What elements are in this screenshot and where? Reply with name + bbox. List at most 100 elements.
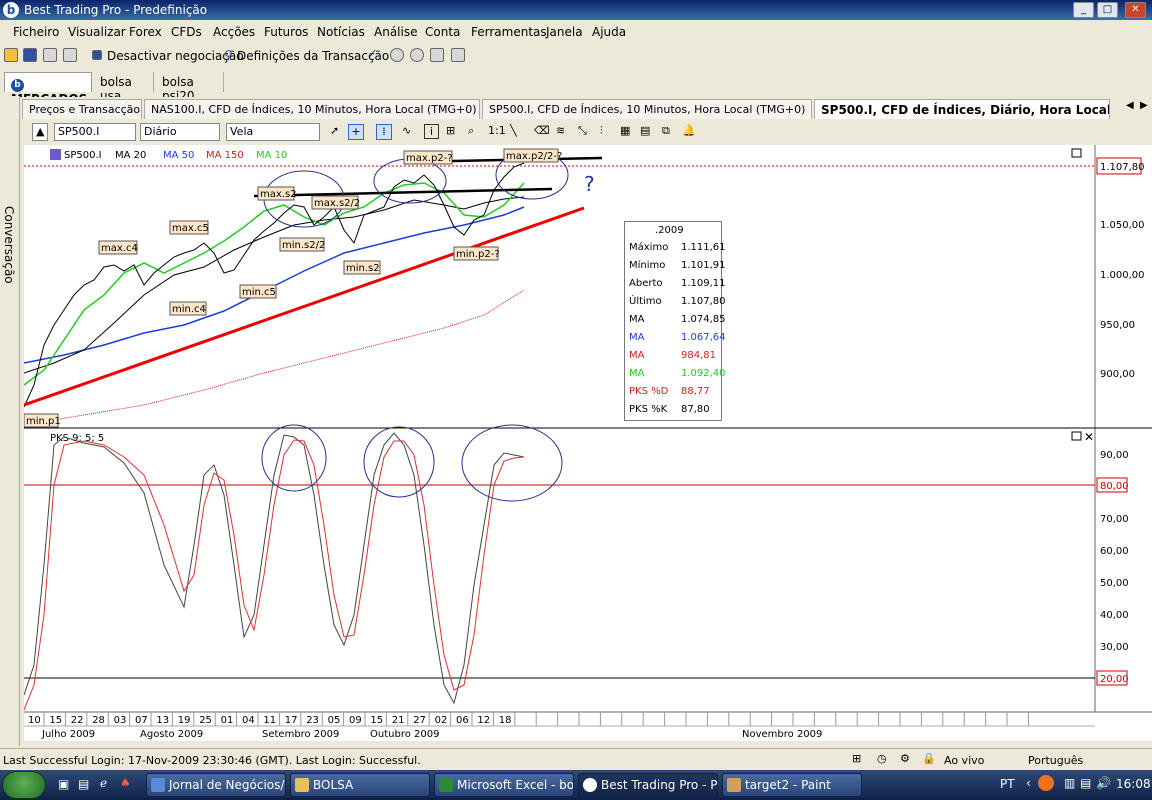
- symbol-field[interactable]: SP500.I: [54, 123, 136, 141]
- menu-noticias[interactable]: Notícias: [317, 25, 365, 39]
- minimize-button[interactable]: _: [1073, 2, 1094, 18]
- legend-ma50[interactable]: MA 50: [163, 150, 194, 161]
- line-tool-icon[interactable]: ╲: [510, 124, 517, 137]
- bars-icon[interactable]: ⫶: [600, 124, 603, 138]
- menu-ficheiro[interactable]: Ficheiro: [13, 25, 59, 39]
- crosshair-tool-icon[interactable]: +: [348, 124, 364, 140]
- tray-volume-icon[interactable]: 🔊: [1096, 776, 1111, 790]
- menu-ferramentas[interactable]: Ferramentas: [471, 25, 547, 39]
- osc-highlight-3: [461, 424, 563, 502]
- day-tick: 15: [49, 715, 62, 726]
- pointer-tool-icon[interactable]: ➚: [330, 124, 339, 137]
- pks-d-line: [23, 439, 525, 711]
- save-icon[interactable]: [23, 48, 37, 62]
- ie-quicklaunch-icon[interactable]: ℯ: [100, 776, 107, 790]
- open-icon[interactable]: [4, 48, 18, 62]
- zoom-reset-icon[interactable]: 1:1: [488, 124, 506, 137]
- alert-bell-icon[interactable]: 🔔: [682, 124, 696, 137]
- period-select[interactable]: Diário: [140, 123, 220, 141]
- tray-network-icon[interactable]: ▥: [1064, 776, 1075, 790]
- conversation-sidebar[interactable]: Conversação: [0, 96, 20, 746]
- task-bolsa[interactable]: BOLSA: [290, 773, 430, 797]
- day-tick: 18: [499, 715, 512, 726]
- legend-ma150[interactable]: MA 150: [206, 150, 244, 161]
- menu-analise[interactable]: Análise: [374, 25, 417, 39]
- menu-cfds[interactable]: CFDs: [171, 25, 202, 39]
- task-paint[interactable]: target2 - Paint: [722, 773, 862, 797]
- print-icon[interactable]: [63, 48, 77, 62]
- symbol-legend-icon: [50, 149, 61, 160]
- menu-forex[interactable]: Forex: [129, 25, 162, 39]
- tab-bolsa-usa[interactable]: bolsa usa: [94, 72, 154, 103]
- settings-icon: ⚲: [224, 48, 233, 62]
- legend-ma20[interactable]: MA 20: [115, 150, 146, 161]
- game-quicklaunch-icon[interactable]: ♠: [120, 776, 131, 790]
- start-button[interactable]: [2, 771, 46, 799]
- osc-highlight-2: [363, 426, 435, 498]
- info-tool-icon[interactable]: i: [424, 124, 439, 139]
- home-icon[interactable]: [430, 48, 444, 62]
- chart-area[interactable]: 1.050,00 1.000,00 950,00 900,00 1.107,80…: [23, 145, 1152, 741]
- task-excel[interactable]: Microsoft Excel - bo...: [434, 773, 574, 797]
- tab-nas100-10min[interactable]: NAS100.I, CFD de Índices, 10 Minutos, Ho…: [144, 99, 480, 119]
- task-jornal[interactable]: Jornal de Negócios/...: [146, 773, 286, 797]
- template-icon[interactable]: ▦: [620, 124, 630, 137]
- status-chart-icon[interactable]: ⊞: [852, 752, 861, 765]
- back-icon[interactable]: [390, 48, 404, 62]
- refresh-icon[interactable]: [451, 48, 465, 62]
- show-desktop-icon[interactable]: ▣: [58, 777, 69, 791]
- chart-settings-icon[interactable]: ▤: [640, 124, 650, 137]
- day-tick: 23: [306, 715, 319, 726]
- language-status[interactable]: Português: [1028, 754, 1083, 767]
- indicator-tool-icon[interactable]: ∿: [402, 124, 411, 137]
- task-best-trading[interactable]: Best Trading Pro - P...: [578, 773, 718, 797]
- annotation-min-p1: min.p1: [26, 416, 61, 427]
- menu-janela[interactable]: Janela: [546, 25, 583, 39]
- menu-ajuda[interactable]: Ajuda: [592, 25, 626, 39]
- input-language[interactable]: PT: [1000, 777, 1015, 791]
- menu-conta[interactable]: Conta: [425, 25, 460, 39]
- tab-scroll-left-icon[interactable]: ◀: [1126, 100, 1134, 111]
- menu-accoes[interactable]: Acções: [213, 25, 255, 39]
- tab-scroll-right-icon[interactable]: ▶: [1140, 100, 1148, 111]
- zoom-rect-icon[interactable]: ⊞: [446, 124, 455, 137]
- zoom-icon[interactable]: ⌕: [468, 124, 474, 138]
- taskbar: ▣ ▤ ℯ ♠ Jornal de Negócios/... BOLSA Mic…: [0, 770, 1152, 800]
- eraser-icon[interactable]: ⌫: [534, 124, 550, 137]
- tray-expand-icon[interactable]: ‹: [1026, 776, 1031, 790]
- tab-sp500-diario[interactable]: SP500.I, CFD de Índices, Diário, Hora Lo…: [814, 99, 1110, 119]
- data-window-key: Mínimo: [629, 260, 666, 271]
- check-icon[interactable]: ✓: [367, 47, 378, 62]
- print-preview-icon[interactable]: [43, 48, 57, 62]
- osc-panel-close-icon[interactable]: ✕: [1084, 430, 1094, 444]
- annotation-min-p2: min.p2-?: [456, 249, 500, 260]
- tray-display-icon[interactable]: ▤: [1080, 776, 1091, 790]
- tab-precos-transaccao[interactable]: Preços e Transacção: [22, 99, 142, 119]
- quicklaunch-icon[interactable]: ▤: [78, 777, 89, 791]
- close-button[interactable]: ✕: [1125, 2, 1146, 18]
- menu-visualizar[interactable]: Visualizar: [68, 25, 126, 39]
- collapse-icon[interactable]: ▲: [32, 123, 48, 141]
- forward-icon[interactable]: [410, 48, 424, 62]
- osc-panel-maximize-icon[interactable]: [1071, 431, 1082, 441]
- app-icon: [583, 778, 597, 792]
- osc-highlight-1: [261, 424, 327, 492]
- compare-icon[interactable]: ⧉: [662, 124, 670, 138]
- price-panel-maximize-icon[interactable]: [1071, 148, 1082, 158]
- excel-icon: [439, 778, 453, 792]
- tab-sp500-10min[interactable]: SP500.I, CFD de Índices, 10 Minutos, Hor…: [482, 99, 812, 119]
- fib-tool-icon[interactable]: ≋: [556, 124, 565, 137]
- maximize-button[interactable]: □: [1097, 2, 1118, 18]
- grid-tool-icon[interactable]: ⁞: [376, 124, 392, 140]
- status-tools-icon[interactable]: ⚙: [900, 752, 910, 765]
- clock[interactable]: 16:08: [1116, 777, 1151, 791]
- status-clock-icon[interactable]: ◷: [877, 752, 887, 765]
- tray-update-icon[interactable]: [1038, 775, 1054, 791]
- window-title: Best Trading Pro - Predefinição: [24, 3, 208, 17]
- tab-bolsa-psi20[interactable]: bolsa psi20: [156, 72, 224, 103]
- legend-ma10[interactable]: MA 10: [256, 150, 287, 161]
- menu-futuros[interactable]: Futuros: [264, 25, 308, 39]
- tab-mercados[interactable]: bMERCADOS: [4, 72, 92, 106]
- expand-icon[interactable]: ⤡: [578, 124, 587, 138]
- style-select[interactable]: Vela: [226, 123, 320, 141]
